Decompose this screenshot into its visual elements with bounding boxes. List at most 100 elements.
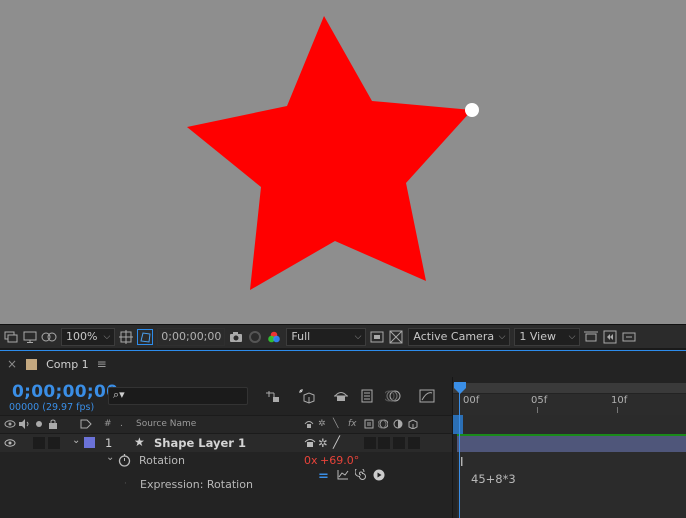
expression-text[interactable]: 45+8*3 (471, 472, 516, 486)
view-layout-select[interactable]: 1 View ⌵ (514, 327, 581, 346)
playhead-track-marker (453, 415, 463, 434)
chevron-down-icon: ⌵ (354, 331, 362, 342)
comment-header: . (120, 419, 123, 429)
layer-search-input[interactable]: ⌕▾ (108, 387, 248, 405)
text-cursor-icon: I (460, 455, 464, 469)
work-area-bar[interactable] (453, 383, 686, 393)
mask-visibility-icon[interactable] (41, 329, 57, 345)
composition-viewer[interactable] (0, 0, 686, 324)
rotation-turns-value[interactable]: 0x (304, 454, 318, 467)
frame-blend-switch-header-icon[interactable] (364, 419, 374, 432)
magnification-value: 100% (66, 330, 98, 343)
snapshot-camera-icon[interactable] (228, 329, 244, 345)
viewer-toolbar: 100% ⌵ 0;00;00;00 Full ⌵ Active Camera ⌵… (0, 324, 686, 348)
time-ruler[interactable] (453, 394, 686, 415)
video-switch-header-icon[interactable] (4, 419, 16, 432)
expression-editor-field[interactable]: I 45+8*3 (457, 452, 686, 518)
layer-row[interactable]: ⌄ 1 ★ Shape Layer 1 ✲ ╱ (0, 434, 452, 452)
timeline-panel: × Comp 1 ≡ 0;00;00;00 00000 (29.97 fps) … (0, 351, 686, 518)
color-channels-icon[interactable] (266, 329, 282, 345)
motion-blur-icon[interactable] (384, 387, 402, 405)
rotation-degrees-value[interactable]: +69.0° (320, 454, 359, 467)
comp-tab-title[interactable]: Comp 1 (46, 358, 89, 371)
collapse-switch-icon[interactable]: ✲ (318, 436, 328, 450)
3d-layer-switch[interactable] (408, 437, 420, 449)
frame-blend-switch[interactable] (364, 437, 376, 449)
toggle-pixel-aspect-icon[interactable] (583, 329, 599, 345)
region-of-interest-icon[interactable] (369, 329, 385, 345)
motion-blur-switch-header-icon[interactable] (377, 419, 389, 432)
audio-switch-header-icon[interactable] (18, 419, 30, 432)
chevron-down-icon[interactable]: ⌄ (72, 435, 80, 446)
star-shape[interactable] (187, 16, 472, 290)
frame-blending-icon[interactable] (358, 387, 376, 405)
adjustment-switch-header-icon[interactable] (393, 419, 403, 432)
chevron-down-icon: ⌵ (103, 331, 111, 342)
resolution-select[interactable]: Full ⌵ (286, 327, 367, 346)
timeline-controls: 0;00;00;00 00000 (29.97 fps) ⌕▾ (0, 377, 452, 415)
quality-switch-icon[interactable]: ╱ (333, 435, 340, 449)
graph-editor-icon[interactable] (418, 387, 436, 405)
layer-number-header[interactable]: # (104, 419, 112, 429)
frame-rate-display: 00000 (29.97 fps) (9, 402, 95, 413)
current-time-indicator-head[interactable] (453, 381, 467, 395)
anchor-handle[interactable] (465, 103, 479, 117)
ruler-label-05f: 05f (531, 395, 548, 406)
source-name-header[interactable]: Source Name (136, 419, 196, 429)
label-header-icon[interactable] (80, 419, 92, 432)
3d-layer-switch-header-icon[interactable] (408, 419, 418, 432)
layer-name[interactable]: Shape Layer 1 (154, 436, 246, 450)
magnification-select[interactable]: 100% ⌵ (61, 327, 116, 346)
layer-column-headers: # . Source Name ✲ ╲ fx (0, 415, 452, 434)
shy-switch-icon[interactable] (304, 437, 316, 451)
effects-switch-header-icon[interactable]: fx (348, 419, 357, 429)
ruler-tick (537, 407, 538, 413)
layer-label-color[interactable] (84, 437, 95, 448)
comp-label-swatch (26, 358, 38, 370)
collapse-switch-header-icon[interactable]: ✲ (318, 419, 326, 429)
mask-path-icon[interactable] (137, 328, 154, 345)
current-time-display[interactable]: 0;00;00;00 (12, 382, 118, 402)
close-tab-icon[interactable]: × (7, 357, 17, 371)
draft-3d-icon[interactable] (298, 387, 316, 405)
camera-view-value: Active Camera (413, 330, 495, 343)
timeline-tab-bar: × Comp 1 ≡ (0, 351, 686, 377)
chevron-down-icon: ⌵ (568, 331, 576, 342)
indent-marker: · (124, 479, 127, 489)
lock-toggle[interactable] (48, 437, 60, 449)
show-snapshot-icon[interactable] (247, 329, 263, 345)
viewer-timecode[interactable]: 0;00;00;00 (157, 327, 226, 346)
adjustment-switch[interactable] (393, 437, 405, 449)
video-toggle-icon[interactable] (4, 437, 16, 451)
monitor-icon[interactable] (22, 329, 38, 345)
always-preview-icon[interactable] (3, 329, 19, 345)
transparency-grid-icon[interactable] (388, 329, 404, 345)
camera-view-select[interactable]: Active Camera ⌵ (408, 327, 511, 346)
quality-switch-header-icon[interactable]: ╲ (333, 419, 338, 429)
composition-canvas (187, 16, 479, 290)
expression-row: · Expression: Rotation (0, 470, 452, 494)
chevron-down-icon: ⌵ (498, 331, 506, 342)
ruler-tick (617, 407, 618, 413)
chevron-down-icon[interactable]: ⌄ (106, 452, 114, 463)
rotation-label: Rotation (139, 454, 186, 467)
solo-toggle[interactable] (33, 437, 45, 449)
time-graph-area[interactable]: 00f 05f 10f I 45+8*3 (452, 377, 686, 518)
shape-layer-star-icon: ★ (134, 435, 145, 449)
shy-switch-header-icon[interactable] (304, 419, 314, 432)
layer-duration-bar[interactable] (457, 434, 686, 452)
view-layout-value: 1 View (519, 330, 556, 343)
composition-mini-flowchart-icon[interactable] (264, 387, 282, 405)
solo-header-icon[interactable] (35, 419, 43, 432)
grid-guides-icon[interactable] (118, 329, 134, 345)
current-time-indicator-line[interactable] (459, 383, 460, 518)
ruler-label-10f: 10f (611, 395, 628, 406)
timeline-link-icon[interactable] (621, 329, 637, 345)
fast-preview-icon[interactable] (602, 329, 618, 345)
panel-menu-icon[interactable]: ≡ (97, 357, 107, 371)
motion-blur-switch[interactable] (378, 437, 390, 449)
lock-header-icon[interactable] (48, 419, 58, 432)
stopwatch-icon[interactable] (118, 453, 131, 470)
column-header-track (453, 415, 686, 434)
shy-layers-icon[interactable] (332, 387, 350, 405)
